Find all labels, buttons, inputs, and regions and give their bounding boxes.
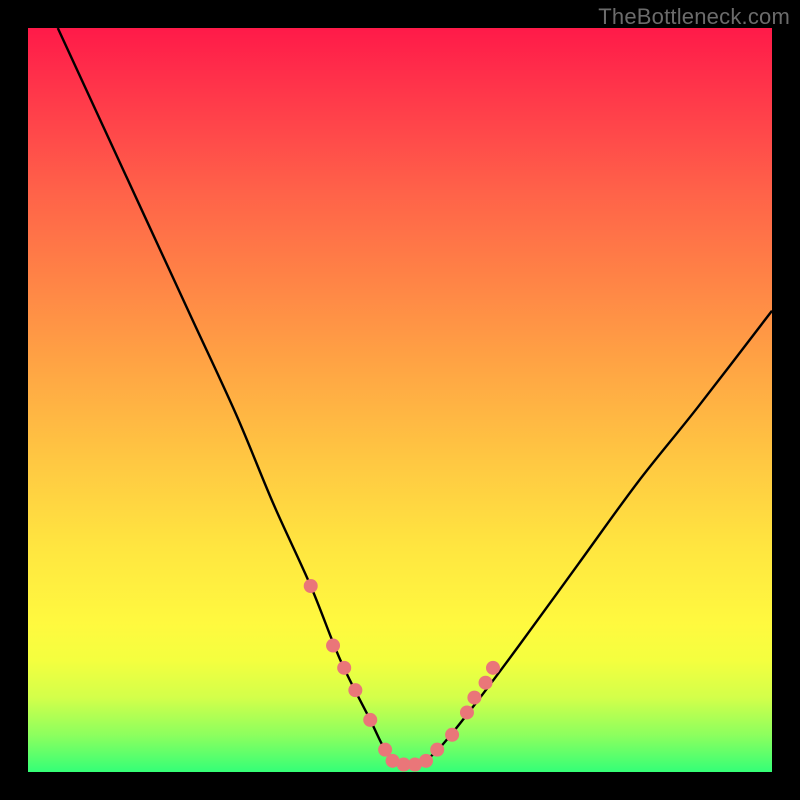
data-dot xyxy=(363,713,377,727)
data-dot xyxy=(479,676,493,690)
data-dot xyxy=(304,579,318,593)
data-dot xyxy=(326,639,340,653)
data-dot xyxy=(486,661,500,675)
data-dot xyxy=(467,691,481,705)
bottleneck-curve xyxy=(58,28,772,766)
chart-svg xyxy=(28,28,772,772)
data-dot xyxy=(419,754,433,768)
data-dot xyxy=(430,743,444,757)
data-dot xyxy=(348,683,362,697)
data-dot xyxy=(337,661,351,675)
dot-group xyxy=(304,579,500,772)
data-dot xyxy=(460,705,474,719)
watermark-text: TheBottleneck.com xyxy=(598,4,790,30)
data-dot xyxy=(445,728,459,742)
